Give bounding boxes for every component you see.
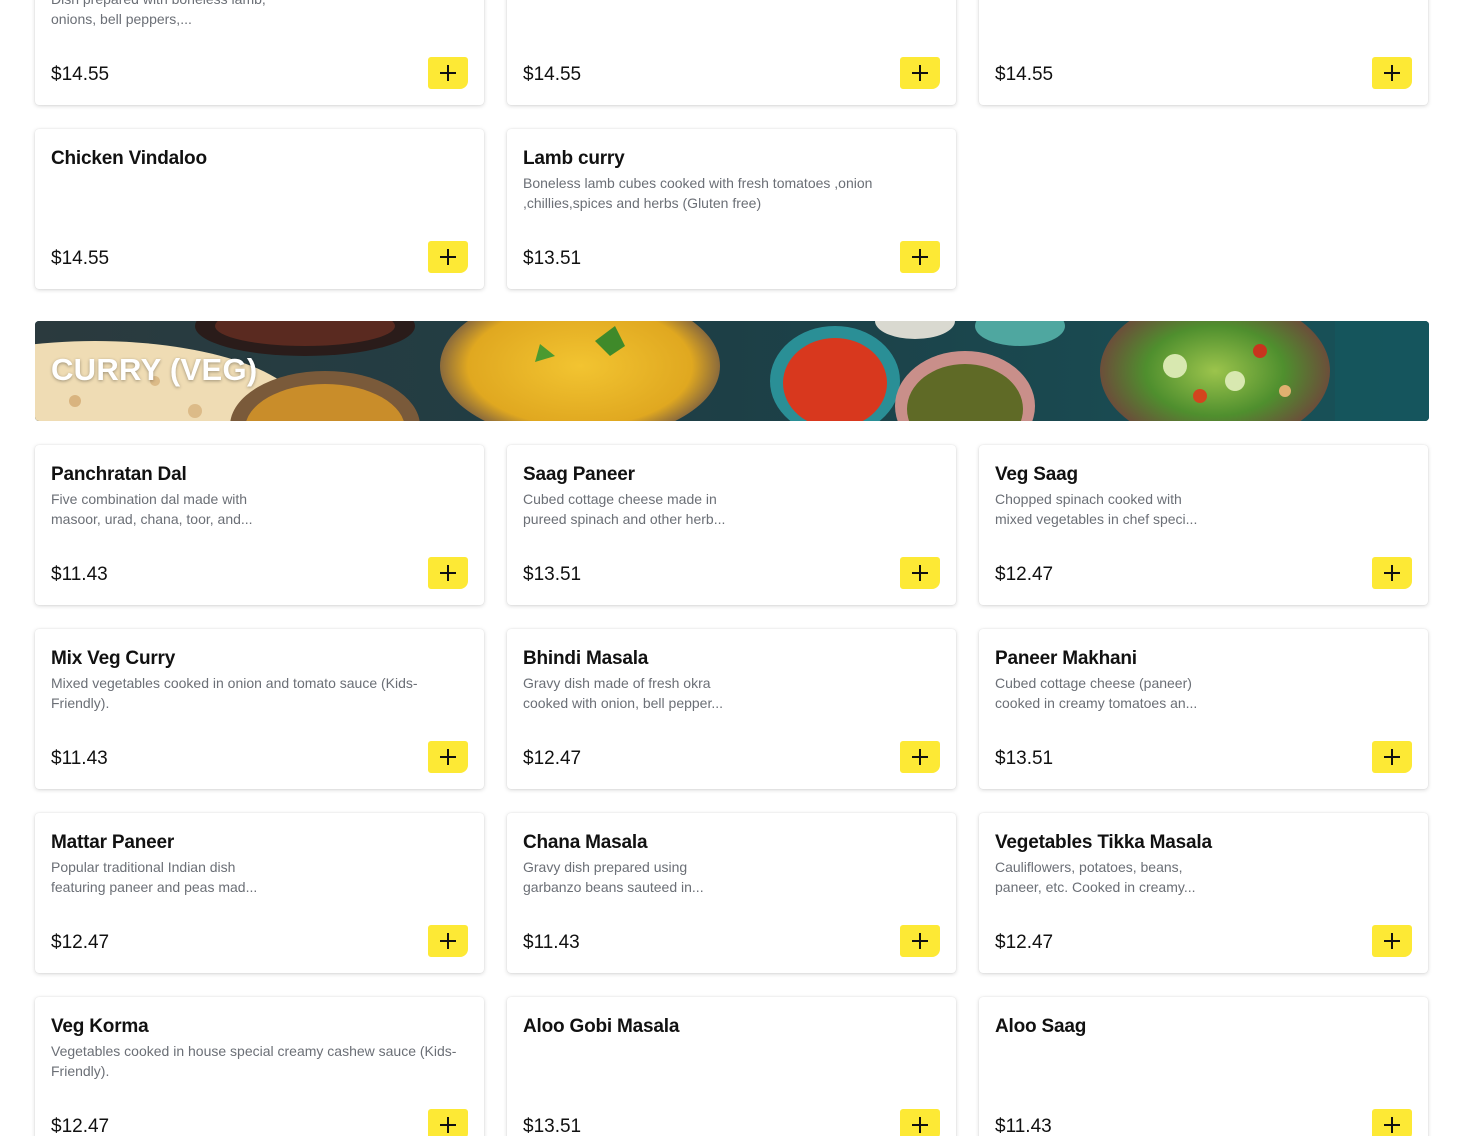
plus-icon — [440, 249, 456, 265]
item-price: $11.43 — [523, 932, 580, 953]
item-name: Bhindi Masala — [523, 648, 649, 669]
item-description: Cauliflowers, potatoes, beans, paneer, e… — [995, 859, 1196, 895]
add-to-cart-button[interactable] — [900, 1109, 940, 1136]
item-price: $12.47 — [523, 748, 582, 769]
plus-icon — [912, 65, 928, 81]
item-description: Cubed cottage cheese (paneer) cooked in … — [995, 675, 1198, 711]
menu-page: Dish prepared with boneless lamb, onions… — [0, 0, 1464, 1136]
item-price: $13.51 — [995, 748, 1054, 769]
plus-icon — [440, 565, 456, 581]
category-banner: CURRY (VEG) — [35, 321, 1429, 421]
add-to-cart-button[interactable] — [1372, 925, 1412, 957]
add-to-cart-button[interactable] — [900, 57, 940, 89]
plus-icon — [912, 565, 928, 581]
menu-item-card[interactable]: Vegetables Tikka Masala Cauliflowers, po… — [979, 813, 1428, 973]
add-to-cart-button[interactable] — [428, 925, 468, 957]
menu-item-card[interactable]: $14.55 — [507, 0, 956, 105]
item-description: Boneless lamb cubes cooked with fresh to… — [523, 175, 873, 211]
menu-item-card[interactable]: Bhindi Masala Gravy dish made of fresh o… — [507, 629, 956, 789]
plus-icon — [912, 249, 928, 265]
plus-icon — [440, 1117, 456, 1133]
menu-item-card[interactable]: Panchratan Dal Five combination dal made… — [35, 445, 484, 605]
item-name: Vegetables Tikka Masala — [995, 832, 1212, 853]
menu-item-card[interactable]: Lamb curry Boneless lamb cubes cooked wi… — [507, 129, 956, 289]
add-to-cart-button[interactable] — [1372, 57, 1412, 89]
item-price: $12.47 — [51, 1116, 110, 1136]
item-description: Vegetables cooked in house special cream… — [51, 1043, 457, 1079]
item-name: Paneer Makhani — [995, 648, 1137, 669]
item-price: $13.51 — [523, 248, 582, 269]
plus-icon — [1384, 565, 1400, 581]
menu-item-card[interactable]: Chicken Vindaloo $14.55 — [35, 129, 484, 289]
add-to-cart-button[interactable] — [900, 741, 940, 773]
category-title: CURRY (VEG) — [51, 352, 258, 387]
menu-item-card[interactable]: Mix Veg Curry Mixed vegetables cooked in… — [35, 629, 484, 789]
plus-icon — [1384, 749, 1400, 765]
add-to-cart-button[interactable] — [428, 241, 468, 273]
item-price: $11.43 — [51, 748, 108, 769]
item-description: Mixed vegetables cooked in onion and tom… — [51, 675, 418, 711]
add-to-cart-button[interactable] — [1372, 1109, 1412, 1136]
add-to-cart-button[interactable] — [900, 557, 940, 589]
item-name: Saag Paneer — [523, 464, 635, 485]
menu-item-card[interactable]: Veg Korma Vegetables cooked in house spe… — [35, 997, 484, 1136]
plus-icon — [912, 749, 928, 765]
menu-grid-curry-veg: Panchratan Dal Five combination dal made… — [35, 445, 1429, 1136]
item-name: Mattar Paneer — [51, 832, 175, 853]
add-to-cart-button[interactable] — [428, 741, 468, 773]
item-name: Chana Masala — [523, 832, 648, 853]
item-name: Aloo Saag — [995, 1016, 1087, 1037]
menu-item-card[interactable]: Veg Saag Chopped spinach cooked with mix… — [979, 445, 1428, 605]
item-price: $12.47 — [995, 932, 1054, 953]
menu-item-card[interactable]: Aloo Gobi Masala $13.51 — [507, 997, 956, 1136]
plus-icon — [440, 65, 456, 81]
item-price: $13.51 — [523, 1116, 582, 1136]
item-name: Lamb curry — [523, 148, 625, 169]
item-price: $11.43 — [51, 564, 108, 585]
item-name: Mix Veg Curry — [51, 648, 176, 669]
add-to-cart-button[interactable] — [900, 925, 940, 957]
add-to-cart-button[interactable] — [428, 1109, 468, 1136]
item-description: Gravy dish prepared using garbanzo beans… — [523, 859, 704, 895]
menu-item-card[interactable]: Dish prepared with boneless lamb, onions… — [35, 0, 484, 105]
item-description: Dish prepared with boneless lamb, onions… — [51, 0, 266, 27]
plus-icon — [1384, 933, 1400, 949]
item-description: Cubed cottage cheese made in pureed spin… — [523, 491, 726, 527]
item-description: Gravy dish made of fresh okra cooked wit… — [523, 675, 724, 711]
item-price: $12.47 — [995, 564, 1054, 585]
item-price: $14.55 — [51, 248, 110, 269]
plus-icon — [440, 749, 456, 765]
item-name: Chicken Vindaloo — [51, 148, 207, 169]
menu-item-card[interactable]: Saag Paneer Cubed cottage cheese made in… — [507, 445, 956, 605]
add-to-cart-button[interactable] — [428, 557, 468, 589]
item-description: Chopped spinach cooked with mixed vegeta… — [995, 491, 1198, 527]
plus-icon — [440, 933, 456, 949]
plus-icon — [1384, 1117, 1400, 1133]
add-to-cart-button[interactable] — [428, 57, 468, 89]
add-to-cart-button[interactable] — [1372, 557, 1412, 589]
item-name: Veg Korma — [51, 1016, 149, 1037]
item-name: Veg Saag — [995, 464, 1078, 485]
menu-item-card[interactable]: Mattar Paneer Popular traditional Indian… — [35, 813, 484, 973]
item-price: $14.55 — [995, 64, 1054, 85]
menu-grid-previous-section: Dish prepared with boneless lamb, onions… — [35, 0, 1429, 289]
item-description: Five combination dal made with masoor, u… — [51, 491, 253, 527]
menu-item-card[interactable]: Chana Masala Gravy dish prepared using g… — [507, 813, 956, 973]
plus-icon — [912, 1117, 928, 1133]
item-price: $14.55 — [523, 64, 582, 85]
item-price: $11.43 — [995, 1116, 1052, 1136]
item-name: Aloo Gobi Masala — [523, 1016, 680, 1037]
item-price: $13.51 — [523, 564, 582, 585]
menu-item-card[interactable]: $14.55 — [979, 0, 1428, 105]
item-price: $12.47 — [51, 932, 110, 953]
item-name: Panchratan Dal — [51, 464, 187, 485]
menu-item-card[interactable]: Aloo Saag $11.43 — [979, 997, 1428, 1136]
add-to-cart-button[interactable] — [900, 241, 940, 273]
item-description: Popular traditional Indian dish featurin… — [51, 859, 258, 895]
item-price: $14.55 — [51, 64, 110, 85]
plus-icon — [1384, 65, 1400, 81]
menu-item-card[interactable]: Paneer Makhani Cubed cottage cheese (pan… — [979, 629, 1428, 789]
plus-icon — [912, 933, 928, 949]
add-to-cart-button[interactable] — [1372, 741, 1412, 773]
